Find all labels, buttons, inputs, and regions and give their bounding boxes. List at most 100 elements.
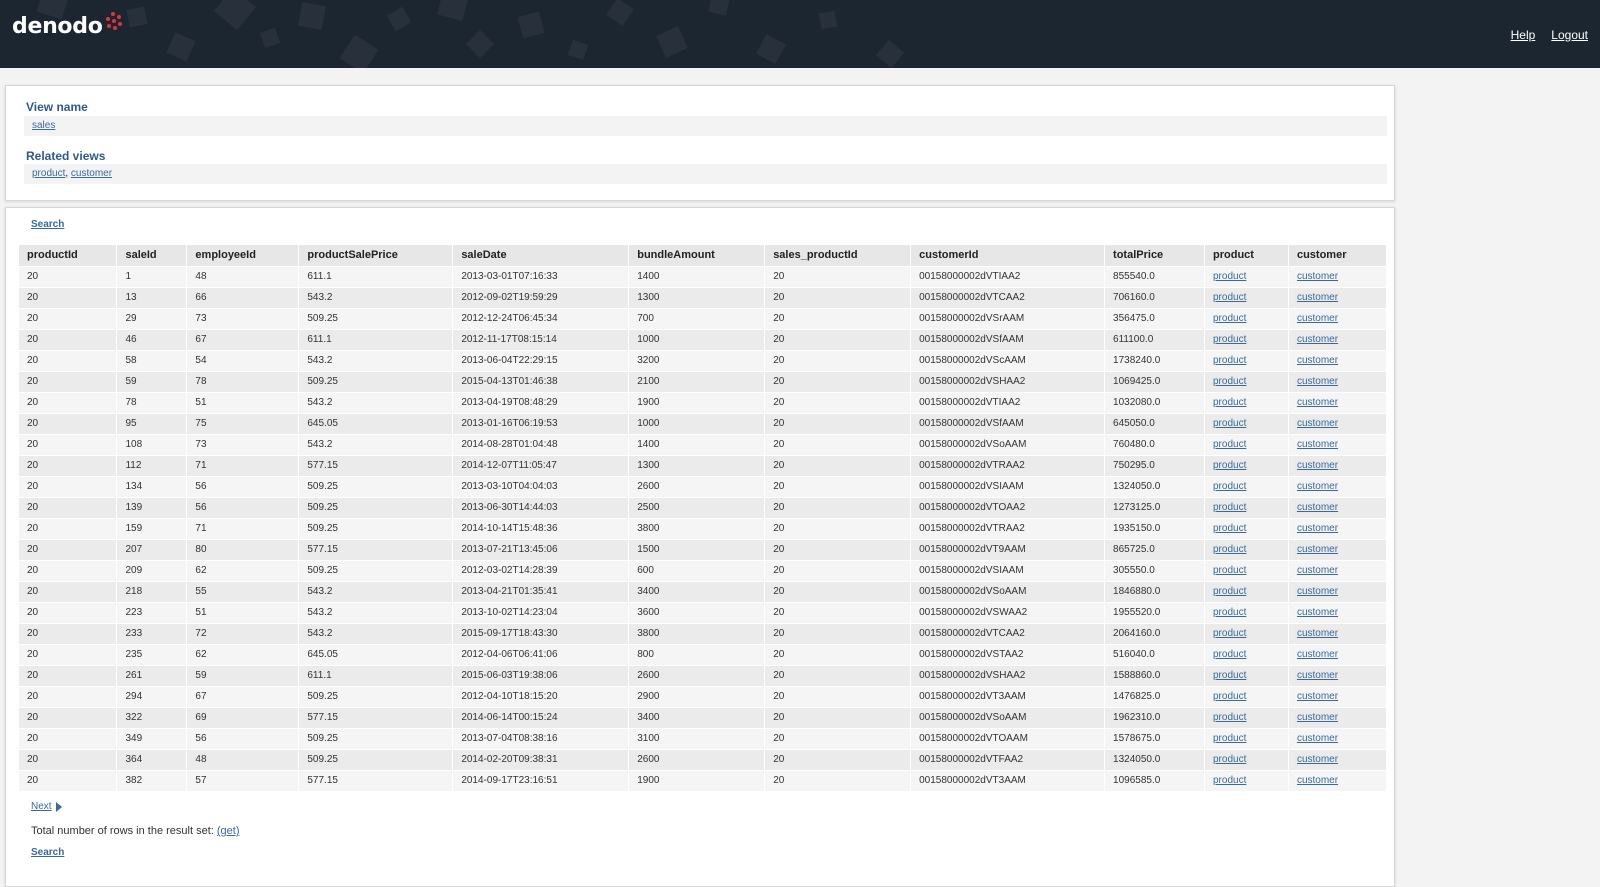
- table-cell: 2013-07-21T13:45:06: [452, 538, 630, 560]
- customer-link[interactable]: customer: [1297, 691, 1338, 702]
- table-cell: 20: [764, 475, 912, 497]
- logout-link[interactable]: Logout: [1551, 28, 1588, 42]
- product-link[interactable]: product: [1213, 628, 1246, 639]
- view-name-link[interactable]: sales: [32, 120, 55, 131]
- customer-link[interactable]: customer: [1297, 544, 1338, 555]
- product-link[interactable]: product: [1213, 691, 1246, 702]
- product-link[interactable]: product: [1213, 523, 1246, 534]
- product-link[interactable]: product: [1213, 754, 1246, 765]
- table-cell: product: [1204, 685, 1289, 707]
- table-cell: 509.25: [298, 559, 454, 581]
- product-link[interactable]: product: [1213, 670, 1246, 681]
- table-cell: 2015-09-17T18:43:30: [452, 622, 630, 644]
- customer-link[interactable]: customer: [1297, 397, 1338, 408]
- customer-link[interactable]: customer: [1297, 334, 1338, 345]
- search-link-top[interactable]: Search: [31, 219, 64, 230]
- table-cell: 1324050.0: [1104, 475, 1205, 497]
- table-cell: 218: [116, 580, 188, 602]
- product-link[interactable]: product: [1213, 607, 1246, 618]
- customer-link[interactable]: customer: [1297, 313, 1338, 324]
- table-header-row: productId saleId employeeId productSalePric…: [19, 245, 1388, 266]
- table-cell: 1000: [628, 412, 766, 434]
- customer-link[interactable]: customer: [1297, 355, 1338, 366]
- product-link[interactable]: product: [1213, 439, 1246, 450]
- search-link-bottom[interactable]: Search: [31, 847, 64, 858]
- table-cell: customer: [1288, 328, 1388, 350]
- customer-link[interactable]: customer: [1297, 628, 1338, 639]
- table-cell: 509.25: [298, 727, 454, 749]
- product-link[interactable]: product: [1213, 586, 1246, 597]
- customer-link[interactable]: customer: [1297, 565, 1338, 576]
- table-cell: 509.25: [298, 496, 454, 518]
- customer-link[interactable]: customer: [1297, 271, 1338, 282]
- product-link[interactable]: product: [1213, 481, 1246, 492]
- table-cell: 509.25: [298, 307, 454, 329]
- table-cell: 1500: [628, 538, 766, 560]
- product-link[interactable]: product: [1213, 775, 1246, 786]
- customer-link[interactable]: customer: [1297, 418, 1338, 429]
- customer-link[interactable]: customer: [1297, 502, 1338, 513]
- product-link[interactable]: product: [1213, 376, 1246, 387]
- customer-link[interactable]: customer: [1297, 376, 1338, 387]
- next-page-control[interactable]: Next: [31, 801, 62, 812]
- table-cell: 305550.0: [1104, 559, 1205, 581]
- help-link[interactable]: Help: [1511, 28, 1536, 42]
- header-decoration: [166, 32, 196, 62]
- table-cell: 1476825.0: [1104, 685, 1205, 707]
- customer-link[interactable]: customer: [1297, 607, 1338, 618]
- table-row: 20 139 56 509.25 2013-06-30T14:44:03 2500 20 00…: [19, 496, 1388, 518]
- customer-link[interactable]: customer: [1297, 460, 1338, 471]
- table-cell: 00158000002dVTOAAM: [910, 727, 1106, 749]
- product-link[interactable]: product: [1213, 313, 1246, 324]
- table-cell: 2013-01-16T06:19:53: [452, 412, 630, 434]
- table-cell: product: [1204, 769, 1289, 791]
- table-cell: 509.25: [298, 370, 454, 392]
- customer-link[interactable]: customer: [1297, 481, 1338, 492]
- product-link[interactable]: product: [1213, 397, 1246, 408]
- table-cell: 20: [764, 769, 912, 791]
- product-link[interactable]: product: [1213, 271, 1246, 282]
- next-link[interactable]: Next: [31, 801, 52, 812]
- customer-link[interactable]: customer: [1297, 292, 1338, 303]
- table-cell: 20: [19, 559, 118, 581]
- table-cell: 3600: [628, 601, 766, 623]
- customer-link[interactable]: customer: [1297, 439, 1338, 450]
- table-cell: 349: [116, 727, 188, 749]
- customer-link[interactable]: customer: [1297, 733, 1338, 744]
- product-link[interactable]: product: [1213, 649, 1246, 660]
- product-link[interactable]: product: [1213, 418, 1246, 429]
- related-view-customer-link[interactable]: customer: [71, 168, 112, 179]
- customer-link[interactable]: customer: [1297, 649, 1338, 660]
- table-cell: 20: [19, 496, 118, 518]
- table-cell: 20: [19, 265, 118, 287]
- next-arrow-icon[interactable]: [55, 801, 62, 812]
- table-cell: 20: [19, 685, 118, 707]
- customer-link[interactable]: customer: [1297, 775, 1338, 786]
- table-cell: customer: [1288, 748, 1388, 770]
- customer-link[interactable]: customer: [1297, 523, 1338, 534]
- column-header-saledate: saleDate: [452, 245, 630, 266]
- product-link[interactable]: product: [1213, 544, 1246, 555]
- customer-link[interactable]: customer: [1297, 712, 1338, 723]
- customer-link[interactable]: customer: [1297, 754, 1338, 765]
- table-cell: 00158000002dVTCAA2: [910, 286, 1106, 308]
- customer-link[interactable]: customer: [1297, 586, 1338, 597]
- table-cell: 235: [116, 643, 188, 665]
- table-cell: 2013-04-21T01:35:41: [452, 580, 630, 602]
- table-cell: 20: [764, 433, 912, 455]
- table-cell: 543.2: [298, 580, 454, 602]
- product-link[interactable]: product: [1213, 502, 1246, 513]
- product-link[interactable]: product: [1213, 292, 1246, 303]
- product-link[interactable]: product: [1213, 733, 1246, 744]
- related-view-product-link[interactable]: product: [32, 168, 65, 179]
- product-link[interactable]: product: [1213, 712, 1246, 723]
- table-cell: 51: [186, 601, 300, 623]
- customer-link[interactable]: customer: [1297, 670, 1338, 681]
- table-row: 20 95 75 645.05 2013-01-16T06:19:53 1000 20 001…: [19, 412, 1388, 434]
- table-cell: 00158000002dVSHAA2: [910, 664, 1106, 686]
- product-link[interactable]: product: [1213, 334, 1246, 345]
- product-link[interactable]: product: [1213, 460, 1246, 471]
- product-link[interactable]: product: [1213, 565, 1246, 576]
- get-total-link[interactable]: (get): [217, 825, 240, 837]
- product-link[interactable]: product: [1213, 355, 1246, 366]
